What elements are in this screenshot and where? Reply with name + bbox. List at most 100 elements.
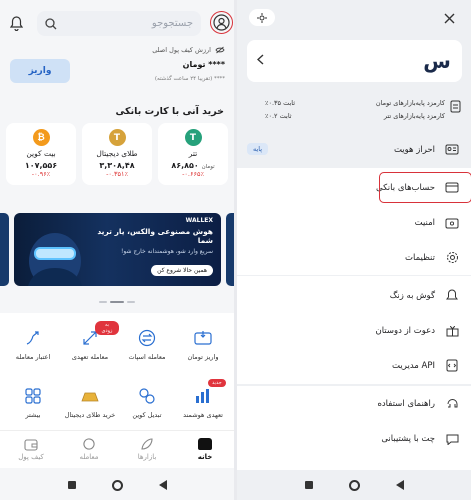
menu-help[interactable]: راهنمای استفاده — [237, 386, 471, 421]
menu-alerts[interactable]: گوش به زنگ — [237, 278, 471, 313]
api-icon — [445, 359, 459, 373]
tether-icon: T — [184, 129, 202, 146]
fee-value: ثابت ۰.۳۵٪ — [265, 99, 296, 107]
coin-name: تتر — [188, 149, 198, 158]
coin-change: -۰.۶۶۵٪ — [182, 170, 204, 178]
notification-bell-icon[interactable] — [8, 14, 24, 32]
system-nav-bar — [237, 470, 471, 500]
spot-trade-icon — [136, 327, 158, 349]
chat-support-icon — [445, 432, 459, 446]
coin-convert-icon — [136, 385, 158, 407]
id-card-icon — [445, 143, 459, 157]
more-grid-icon — [22, 385, 44, 407]
chevron-left-icon — [257, 54, 264, 65]
banner-cta-button[interactable]: همین حالا شروع کن — [151, 265, 213, 276]
home-circle-icon[interactable] — [348, 479, 360, 491]
menu-settings[interactable]: تنظیمات — [237, 240, 471, 275]
profile-menu-screen: س ثابت ۰.۳۵٪ کارمزد پایه‌بازارهای تومان … — [237, 0, 471, 500]
smart-margin-icon — [192, 385, 214, 407]
menu-security[interactable]: امنیت — [237, 205, 471, 240]
menu-api[interactable]: مدیریت API — [237, 348, 471, 383]
coin-price: ۱۰۷,۵۵۶ — [24, 161, 58, 170]
fee-row-usdt: ثابت ۰.۲٪ کارمزد پایه‌بازارهای تتر — [265, 112, 445, 120]
menu-label: دعوت از دوستان — [375, 325, 435, 336]
menu-label: امنیت — [414, 217, 435, 228]
search-placeholder: جستجوجو — [151, 18, 193, 29]
nav-label: معامله — [79, 453, 99, 461]
menu-label: تنظیمات — [405, 252, 435, 263]
close-icon[interactable] — [440, 9, 458, 27]
menu-label: مدیریت API — [392, 360, 435, 371]
service-label: خرید طلای دیجیتال — [64, 411, 116, 419]
profile-avatar-icon[interactable] — [210, 11, 233, 34]
back-icon[interactable] — [395, 480, 404, 490]
service-more[interactable]: بیشتر — [4, 385, 62, 419]
service-label: واریز تومان — [187, 353, 219, 361]
service-trade-credit[interactable]: اعتبار معامله — [4, 327, 62, 361]
banner-prev-peek — [0, 213, 9, 286]
kyc-level-badge: پایه — [247, 143, 269, 155]
home-circle-icon[interactable] — [111, 479, 123, 491]
coin-card-usdt[interactable]: T تتر تومان ۸۶,۸۵۰ -۰.۶۶۵٪ — [158, 123, 228, 185]
menu-invite[interactable]: دعوت از دوستان — [237, 313, 471, 348]
recents-icon[interactable] — [304, 481, 313, 489]
search-icon — [45, 17, 57, 30]
menu-label: احراز هویت — [393, 144, 435, 155]
fee-label: کارمزد پایه‌بازارهای تومان — [375, 99, 445, 107]
service-label: تعهدی هوشمند — [183, 411, 223, 419]
deposit-button[interactable]: واریز — [10, 59, 70, 83]
menu-group-account: حساب‌های بانکی امنیت تنظیمات — [237, 168, 471, 275]
service-coin-convert[interactable]: تبدیل کوین — [118, 385, 176, 419]
fee-value: ثابت ۰.۲٪ — [265, 112, 292, 120]
back-icon[interactable] — [158, 480, 167, 490]
menu-kyc[interactable]: احراز هویت — [237, 132, 471, 167]
nav-home[interactable]: خانه — [176, 435, 234, 461]
system-nav-bar — [0, 470, 234, 500]
menu-label: چت با پشتیبانی — [381, 433, 435, 444]
fee-label: کارمزد پایه‌بازارهای تتر — [383, 112, 445, 120]
recents-icon[interactable] — [67, 481, 76, 489]
search-input[interactable]: جستجوجو — [37, 11, 201, 36]
instant-buy-title: خرید آنی با کارت بانکی — [115, 106, 224, 117]
service-label: بیشتر — [25, 411, 41, 419]
hide-eye-icon[interactable] — [215, 46, 225, 54]
bitcoin-icon: ₿ — [32, 129, 50, 146]
nav-label: کیف پول — [18, 453, 44, 461]
nav-label: خانه — [197, 453, 213, 461]
promo-banner[interactable]: WALLEX هوش مصنوعی والکس، یار ترید شما سر… — [14, 213, 221, 286]
menu-group-tools: گوش به زنگ دعوت از دوستان مدیریت API — [237, 276, 471, 384]
coin-card-btc[interactable]: ₿ بیت کوین ۱۰۷,۵۵۶ -۰.۹۶٪ — [6, 123, 76, 185]
nav-markets[interactable]: بازارها — [118, 435, 176, 461]
theme-toggle-icon[interactable] — [249, 9, 275, 26]
wallet-balance-sub: **** (تقریبا ۲۴ ساعت گذشته) — [154, 76, 225, 82]
coin-price: ۳,۳۰۸,۴۸ — [99, 161, 135, 170]
carousel-dots — [0, 301, 234, 303]
nav-trade[interactable]: معامله — [60, 435, 118, 461]
user-profile-card[interactable]: س — [247, 40, 462, 82]
home-screen: جستجوجو ارزش کیف پول اصلی **** تومان ***… — [0, 0, 234, 500]
digital-gold-icon: T — [108, 129, 126, 146]
coin-price-value: ۸۶,۸۵۰ — [171, 161, 199, 170]
service-label: اعتبار معامله — [15, 353, 51, 361]
menu-label: گوش به زنگ — [389, 290, 435, 301]
service-label: تبدیل کوین — [132, 411, 162, 419]
gold-buy-icon — [79, 385, 101, 407]
coin-card-gold[interactable]: T طلای دیجیتال ۳,۳۰۸,۴۸ -۰.۳۵۱٪ — [82, 123, 152, 185]
service-smart-margin[interactable]: جدید تعهدی هوشمند — [174, 379, 232, 419]
wallex-logo: WALLEX — [185, 217, 213, 224]
menu-chat-support[interactable]: چت با پشتیبانی — [237, 421, 471, 456]
service-deposit-toman[interactable]: واریز تومان — [174, 327, 232, 361]
banner-subtext: سریع وارد شو، هوشمندانه خارج شو! — [120, 247, 213, 255]
trade-icon — [83, 438, 95, 450]
service-spot-trade[interactable]: معامله اسپات — [118, 327, 176, 361]
alert-icon — [445, 289, 459, 303]
service-margin-trade[interactable]: به زودی معامله تعهدی — [61, 321, 119, 361]
menu-group-support: راهنمای استفاده چت با پشتیبانی — [237, 386, 471, 470]
service-gold-buy[interactable]: خرید طلای دیجیتال — [61, 385, 119, 419]
service-label: معامله تعهدی — [71, 353, 109, 361]
ai-vr-illustration-icon — [28, 233, 82, 286]
invite-icon — [445, 324, 459, 338]
nav-wallet[interactable]: کیف پول — [2, 435, 60, 461]
trade-credit-icon — [22, 327, 44, 349]
fee-info-icon — [450, 100, 461, 113]
